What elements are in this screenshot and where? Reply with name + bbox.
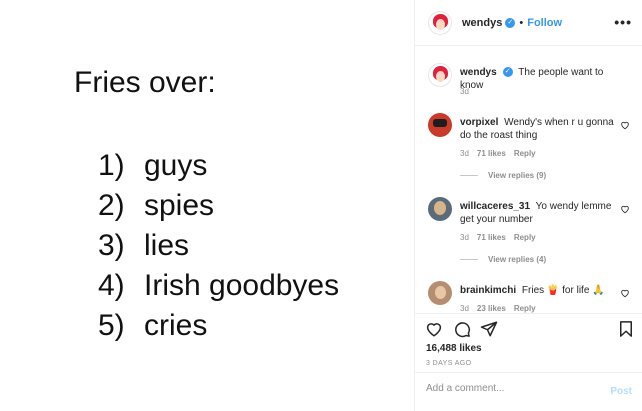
comment-time: 3d: [460, 233, 469, 242]
view-replies-button[interactable]: View replies (4): [460, 255, 546, 264]
comment-username[interactable]: willcaceres_31: [460, 201, 530, 212]
list-number: 5): [98, 309, 125, 342]
save-bookmark-icon[interactable]: [617, 320, 635, 338]
avatar[interactable]: [428, 197, 452, 221]
comment-meta: 3d 71 likes Reply: [460, 149, 536, 158]
list-text: cries: [144, 309, 208, 342]
post-title: Fries over:: [74, 66, 216, 99]
list-text: guys: [144, 149, 208, 182]
share-paper-plane-icon[interactable]: [480, 320, 498, 338]
caption-time: 3d: [460, 87, 469, 96]
view-replies-label[interactable]: View replies (9): [488, 171, 546, 180]
avatar[interactable]: [428, 63, 452, 87]
post-header: wendys ✓ • Follow •••: [415, 0, 642, 46]
list-number: 4): [98, 269, 125, 302]
follow-button[interactable]: Follow: [527, 17, 562, 29]
reply-button[interactable]: Reply: [514, 233, 536, 242]
comment-time: 3d: [460, 304, 469, 313]
comment-likes[interactable]: 23 likes: [477, 304, 506, 313]
list-text: spies: [144, 189, 215, 222]
comment-likes[interactable]: 71 likes: [477, 233, 506, 242]
avatar[interactable]: [428, 113, 452, 137]
list-item: 3) lies: [98, 228, 339, 268]
like-comment-heart-icon[interactable]: [620, 288, 630, 298]
view-replies-button[interactable]: View replies (9): [460, 171, 546, 180]
comment-time: 3d: [460, 149, 469, 158]
caption-username[interactable]: wendys: [460, 67, 497, 78]
comment-body: vorpixel Wendy's when r u gonna do the r…: [460, 116, 622, 142]
comment-text: Fries 🍟 for life 🙏: [521, 285, 605, 296]
post-timestamp: 3 DAYS AGO: [426, 360, 472, 367]
post-actions: 16,488 likes 3 DAYS AGO: [415, 313, 642, 370]
like-comment-heart-icon[interactable]: [620, 204, 630, 214]
comment-username[interactable]: vorpixel: [460, 117, 498, 128]
list-number: 2): [98, 189, 125, 222]
comment-body: brainkimchi Fries 🍟 for life 🙏: [460, 284, 622, 297]
reply-button[interactable]: Reply: [514, 304, 536, 313]
separator-dot: •: [519, 16, 524, 29]
comment-meta: 3d 71 likes Reply: [460, 233, 536, 242]
likes-count[interactable]: 16,488 likes: [426, 343, 482, 354]
list-item: 1) guys: [98, 148, 339, 188]
more-options-icon[interactable]: •••: [614, 14, 632, 30]
header-username[interactable]: wendys: [462, 17, 502, 29]
comment-bubble-icon[interactable]: [453, 320, 471, 338]
verified-badge-icon: ✓: [502, 67, 513, 78]
comment-likes[interactable]: 71 likes: [477, 149, 506, 158]
like-comment-heart-icon[interactable]: [620, 120, 630, 130]
comments-list[interactable]: wendys ✓ The people want to know 3d vorpi…: [415, 47, 642, 313]
post-side-panel: wendys ✓ • Follow ••• wendys ✓ The people…: [414, 0, 642, 411]
comment-input[interactable]: [426, 383, 596, 394]
list-item: 4) Irish goodbyes: [98, 268, 339, 308]
like-heart-icon[interactable]: [425, 320, 443, 338]
post-list: 1) guys 2) spies 3) lies 4) Irish goodbyes 5…: [98, 148, 339, 348]
divider: [460, 175, 478, 176]
post-comment-button[interactable]: Post: [610, 386, 632, 397]
add-comment-bar: Post: [415, 372, 642, 411]
comment-body: willcaceres_31 Yo wendy lemme get your n…: [460, 200, 622, 226]
avatar[interactable]: [428, 281, 452, 305]
avatar[interactable]: [428, 10, 452, 35]
list-item: 5) cries: [98, 308, 339, 348]
comment-username[interactable]: brainkimchi: [460, 285, 516, 296]
divider: [460, 259, 478, 260]
caption-body: wendys ✓ The people want to know: [460, 66, 622, 92]
list-item: 2) spies: [98, 188, 339, 228]
list-text: lies: [144, 229, 190, 262]
comment-meta: 3d 23 likes Reply: [460, 304, 536, 313]
reply-button[interactable]: Reply: [514, 149, 536, 158]
view-replies-label[interactable]: View replies (4): [488, 255, 546, 264]
list-number: 1): [98, 149, 125, 182]
list-text: Irish goodbyes: [144, 269, 340, 302]
verified-badge-icon: ✓: [505, 17, 516, 28]
post-image: Fries over: 1) guys 2) spies 3) lies 4) Iris…: [0, 0, 414, 411]
list-number: 3): [98, 229, 125, 262]
